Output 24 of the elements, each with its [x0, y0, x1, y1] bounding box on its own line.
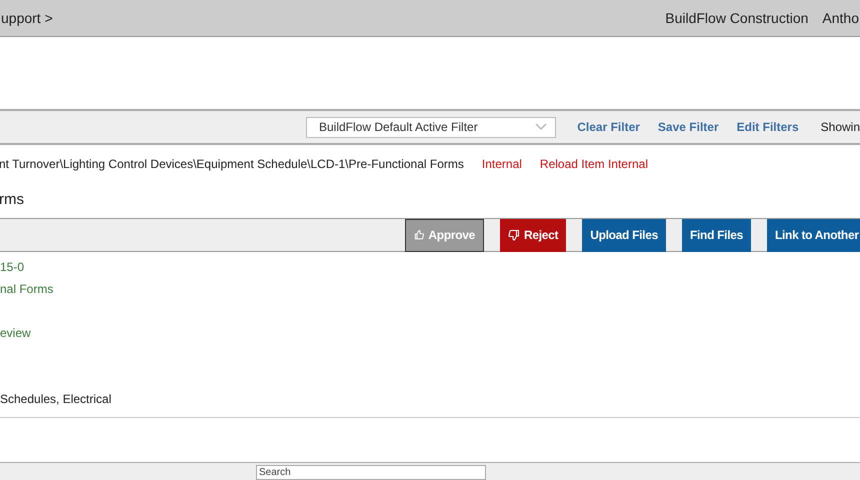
filter-link[interactable]: Clear Filter — [577, 118, 640, 136]
action-button[interactable]: Find Files — [682, 218, 751, 252]
thumbs-up-icon — [414, 229, 424, 241]
breadcrumb[interactable]: upport > — [1, 8, 53, 28]
filter-select[interactable]: BuildFlow Default Active Filter — [306, 116, 556, 138]
reject-button[interactable]: Reject — [500, 218, 566, 252]
action-button[interactable]: Upload Files — [582, 218, 666, 252]
showing-label: Showin — [820, 119, 860, 136]
path-link[interactable]: Reload Item Internal — [540, 155, 648, 173]
field-value[interactable]: nal Forms — [0, 280, 54, 298]
action-button[interactable]: Link to Another — [766, 218, 860, 252]
item-path: nt Turnover\Lighting Control Devices\Equipment Schedule\LCD-1\Pre-Functional Forms — [0, 156, 464, 173]
filter-link[interactable]: Save Filter — [658, 118, 719, 136]
search-field[interactable]: Search — [256, 465, 486, 480]
path-link[interactable]: Internal — [482, 155, 522, 173]
section-title: rms — [0, 190, 24, 210]
chevron-down-icon — [535, 123, 548, 131]
filter-link[interactable]: Edit Filters — [736, 118, 799, 136]
field-value: Schedules, Electrical — [0, 391, 112, 408]
field-value[interactable]: eview — [0, 324, 31, 342]
user-name[interactable]: Antho — [822, 8, 859, 28]
thumbs-down-icon — [508, 229, 520, 241]
company-name: BuildFlow Construction — [665, 8, 808, 28]
field-value[interactable]: 15-0 — [0, 258, 24, 276]
